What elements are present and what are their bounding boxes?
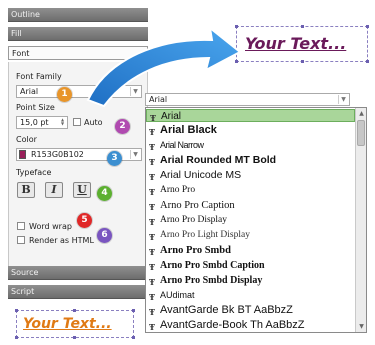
- scroll-up-icon[interactable]: ▲: [357, 109, 366, 118]
- font-list-combo[interactable]: Arial ▼: [145, 93, 350, 106]
- truetype-icon: Ŧ: [149, 277, 155, 287]
- resize-handle[interactable]: [73, 309, 76, 312]
- list-item[interactable]: Ŧ Arno Pro Smbd Display: [146, 274, 355, 287]
- resize-handle[interactable]: [15, 309, 18, 312]
- list-item[interactable]: Ŧ Arno Pro Light Display: [146, 229, 355, 242]
- list-item[interactable]: Ŧ Arial Narrow: [146, 139, 355, 152]
- font-list[interactable]: Ŧ Arial Ŧ Arial Black Ŧ Arial Narrow Ŧ Arial…: [145, 107, 367, 333]
- resize-handle[interactable]: [15, 336, 18, 339]
- truetype-icon: Ŧ: [149, 202, 155, 212]
- list-item[interactable]: Ŧ AUdimat: [146, 289, 355, 302]
- list-item[interactable]: Ŧ Arial Rounded MT Bold: [146, 154, 355, 167]
- list-item[interactable]: Ŧ Arno Pro Caption: [146, 199, 355, 212]
- list-item[interactable]: Ŧ Arno Pro Display: [146, 214, 355, 227]
- truetype-icon: Ŧ: [149, 322, 155, 332]
- truetype-icon: Ŧ: [149, 127, 155, 137]
- list-item[interactable]: Ŧ Arial Unicode MS: [146, 169, 355, 182]
- list-item[interactable]: Ŧ Arno Pro Smbd Caption: [146, 259, 355, 272]
- list-item[interactable]: Ŧ AvantGarde Bk BT AaBbzZ: [146, 304, 355, 317]
- resize-handle[interactable]: [73, 336, 76, 339]
- truetype-icon: Ŧ: [149, 172, 155, 182]
- font-list-combo-value: Arial: [149, 95, 168, 104]
- list-item[interactable]: Ŧ Arial Black: [146, 124, 355, 137]
- truetype-icon: Ŧ: [149, 157, 155, 167]
- list-item[interactable]: Ŧ Arno Pro Smbd: [146, 244, 355, 257]
- truetype-icon: Ŧ: [149, 307, 155, 317]
- truetype-icon: Ŧ: [149, 187, 155, 197]
- list-item[interactable]: Ŧ AvantGarde-Book Th AaBbzZ: [146, 319, 355, 332]
- truetype-icon: Ŧ: [149, 292, 155, 302]
- sample-text-bottom[interactable]: Your Text...: [16, 310, 134, 338]
- truetype-icon: Ŧ: [149, 232, 155, 242]
- truetype-icon: Ŧ: [149, 247, 155, 257]
- scrollbar-thumb[interactable]: [357, 120, 365, 146]
- truetype-icon: Ŧ: [149, 217, 155, 227]
- truetype-icon: Ŧ: [149, 262, 155, 272]
- resize-handle[interactable]: [132, 336, 135, 339]
- chevron-down-icon[interactable]: ▼: [338, 95, 348, 104]
- font-list-scrollbar[interactable]: ▲ ▼: [355, 108, 366, 332]
- resize-handle[interactable]: [132, 309, 135, 312]
- truetype-icon: Ŧ: [150, 113, 156, 122]
- scroll-down-icon[interactable]: ▼: [357, 322, 366, 331]
- list-item[interactable]: Ŧ Arial: [146, 109, 355, 122]
- truetype-icon: Ŧ: [149, 142, 155, 152]
- list-item[interactable]: Ŧ Arno Pro: [146, 184, 355, 197]
